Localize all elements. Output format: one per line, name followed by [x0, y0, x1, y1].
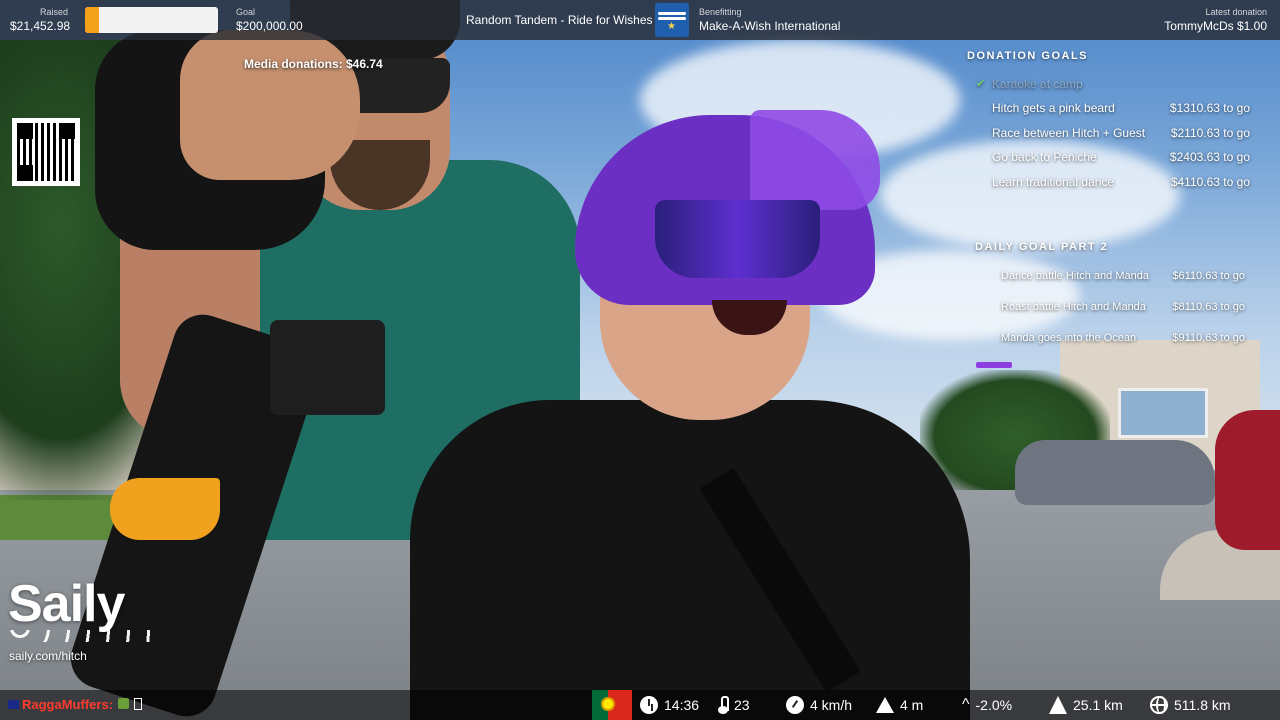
benefitting-stat: Benefitting Make-A-Wish International	[699, 7, 840, 34]
billboard	[1118, 388, 1208, 438]
donation-goals-heading: DONATION GOALS	[967, 50, 1089, 62]
elevation-readout: 4 m	[876, 695, 923, 715]
benefitting-value: Make-A-Wish International	[699, 19, 841, 33]
sponsor-logo: Saily	[8, 575, 125, 633]
goal-label: Goal	[236, 7, 256, 17]
gradient-caret-icon: ^	[962, 696, 970, 713]
orange-lever	[110, 478, 220, 540]
distance-total-readout: 511.8 km	[1150, 695, 1231, 715]
distance-today-value: 25.1 km	[1073, 697, 1123, 713]
goal-amount: $4110.63 to go	[1170, 175, 1250, 189]
speed-value: 4 km/h	[810, 697, 853, 713]
red-car	[1215, 410, 1280, 550]
logo-wordmark	[658, 17, 686, 20]
goal-row: ✔ Karaoke at camp	[960, 77, 1280, 95]
chat-username: RaggaMuffers:	[22, 697, 114, 712]
daily-goal-name: Roast battle Hitch and Manda	[1001, 301, 1146, 313]
temperature-value: 23	[734, 697, 750, 713]
daily-goal-name: Dance battle Hitch and Manda	[1001, 270, 1149, 282]
daily-goal-row: Roast battle Hitch and Manda $8110.63 to…	[960, 301, 1280, 319]
sponsor-logo-wave	[10, 630, 150, 642]
daily-goal-amount: $8110.63 to go	[1172, 301, 1245, 313]
speedometer-icon	[786, 696, 804, 714]
stream-title: Random Tandem - Ride for Wishes	[466, 13, 653, 27]
donation-topbar: Raised $21,452.98 Goal $200,000.00 Rando…	[0, 0, 1280, 40]
goal-amount: $1310.63 to go	[1169, 101, 1250, 115]
globe-icon	[1150, 696, 1168, 714]
make-a-wish-logo: ★	[655, 3, 689, 37]
daily-goal-name: Manda goes into the Ocean	[1001, 332, 1137, 344]
goal-name: Go back to Peniche	[992, 150, 1097, 164]
phone-mount	[270, 320, 385, 415]
donation-progress-bar	[85, 7, 218, 33]
clock-icon	[640, 696, 658, 714]
donation-goals-panel: DONATION GOALS ✔ Karaoke at camp Hitch g…	[960, 40, 1280, 370]
sponsor-url: saily.com/hitch	[9, 649, 87, 663]
qr-code	[12, 118, 80, 186]
daily-goal-amount: $6110.63 to go	[1172, 270, 1245, 282]
speed-readout: 4 km/h	[786, 695, 852, 715]
goal-row: Go back to Peniche $2403.63 to go	[960, 150, 1280, 168]
goal-name: Hitch gets a pink beard	[992, 101, 1115, 115]
qr-code-pattern	[17, 123, 75, 181]
woman-sunglasses	[655, 200, 820, 278]
latest-donation-stat: Latest donation TommyMcDs $1.00	[1164, 7, 1267, 34]
goal-amount: $2403.63 to go	[1169, 150, 1250, 164]
raised-stat: Raised $21,452.98	[10, 7, 71, 34]
goal-name: Karaoke at camp	[992, 77, 1083, 91]
donation-progress-fill	[85, 7, 100, 33]
time-readout: 14:36	[640, 695, 699, 715]
daily-goal-row: Manda goes into the Ocean $9110.63 to go	[960, 332, 1280, 350]
daily-goal-amount: $9110.63 to go	[1172, 332, 1245, 344]
raised-label: Raised	[39, 7, 68, 17]
gradient-readout: ^ -2.0%	[962, 695, 1012, 715]
checkmark-icon: ✔	[976, 78, 986, 90]
star-icon: ★	[667, 21, 676, 32]
road-icon	[1049, 696, 1067, 714]
unknown-glyph-icon	[134, 698, 142, 710]
daily-goal-progress	[976, 362, 1012, 368]
grey-car	[1015, 440, 1215, 505]
distance-total-value: 511.8 km	[1174, 697, 1231, 713]
man-fingers	[180, 30, 360, 180]
goal-row: Race between Hitch + Guest $2110.63 to g…	[960, 126, 1280, 144]
goal-row: Hitch gets a pink beard $1310.63 to go	[960, 101, 1280, 119]
mountain-icon	[876, 697, 894, 713]
goal-row: Learn traditional dance $4110.63 to go	[960, 175, 1280, 193]
elevation-value: 4 m	[900, 697, 924, 713]
benefitting-label: Benefitting	[699, 7, 742, 17]
goal-value: $200,000.00	[236, 19, 303, 33]
emote-icon	[118, 698, 129, 709]
woman-helmet-visor	[750, 110, 880, 210]
distance-today-readout: 25.1 km	[1049, 695, 1123, 715]
goal-name: Race between Hitch + Guest	[992, 126, 1146, 140]
logo-wordmark	[658, 12, 686, 15]
goal-stat: Goal $200,000.00	[236, 7, 303, 34]
portugal-emblem-icon	[601, 697, 615, 711]
temperature-readout: 23	[718, 695, 750, 715]
flag-icon	[8, 700, 19, 709]
gradient-value: -2.0%	[975, 697, 1013, 713]
goal-amount: $2110.63 to go	[1170, 126, 1250, 140]
raised-value: $21,452.98	[10, 19, 71, 33]
latest-donation-label: Latest donation	[1205, 7, 1267, 17]
thermometer-icon	[718, 696, 729, 714]
latest-donation-value: TommyMcDs $1.00	[1164, 19, 1267, 33]
daily-goal-row: Dance battle Hitch and Manda $6110.63 to…	[960, 270, 1280, 288]
daily-goal-heading: DAILY GOAL PART 2	[975, 241, 1109, 253]
media-donations-total: Media donations: $46.74	[244, 57, 383, 71]
woman-shirt	[410, 400, 970, 720]
goal-name: Learn traditional dance	[992, 175, 1115, 189]
time-value: 14:36	[664, 697, 700, 713]
